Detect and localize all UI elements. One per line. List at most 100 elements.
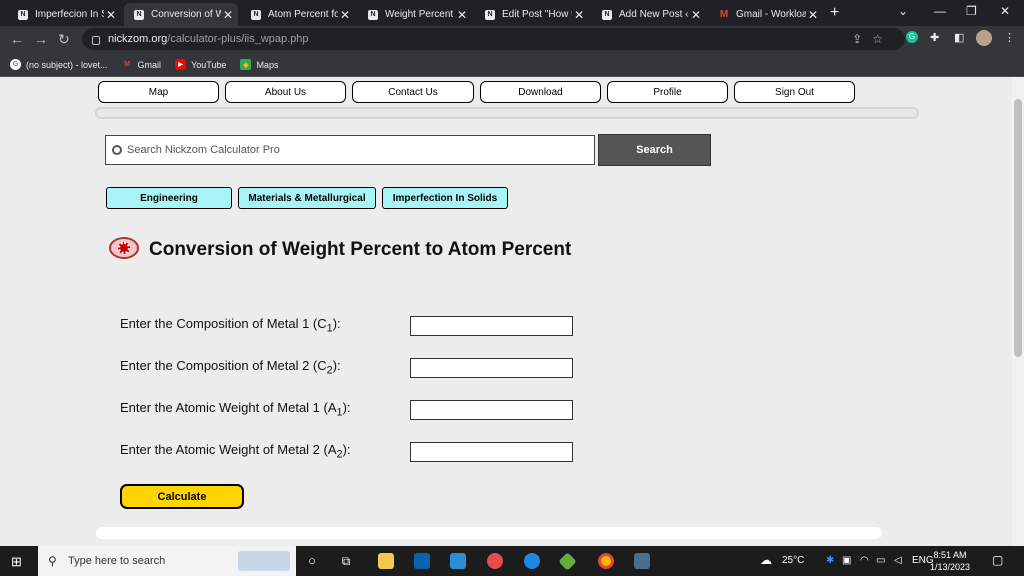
bookmark-star-icon[interactable]: ☆ [872, 32, 893, 46]
bookmark-gmail[interactable]: M Gmail [122, 59, 161, 70]
forward-icon[interactable]: → [34, 31, 48, 47]
wifi-icon[interactable]: ◠ [860, 555, 869, 566]
side-panel-icon[interactable]: ◧ [954, 31, 964, 44]
tab-close-icon[interactable]: ✕ [806, 8, 820, 22]
category-imperfection-in-solids[interactable]: Imperfection In Solids [382, 187, 508, 209]
clock-date: 1/13/2023 [930, 562, 971, 572]
notifications-icon[interactable]: ▢ [992, 553, 1003, 567]
calculate-button[interactable]: Calculate [120, 484, 244, 509]
category-materials-metallurgical[interactable]: Materials & Metallurgical [238, 187, 376, 209]
atomic-weight-metal-1-input[interactable] [410, 400, 573, 420]
bookmark-google[interactable]: G (no subject) - lovet... [10, 59, 108, 70]
tab-title: Add New Post ‹ N [619, 9, 689, 20]
field-label-a1: Enter the Atomic Weight of Metal 1 (A1): [120, 400, 351, 419]
label-end: ): [342, 442, 351, 457]
tab-add-new-post[interactable]: N Add New Post ‹ N ✕ [592, 3, 706, 26]
chrome-icon[interactable] [598, 553, 614, 569]
maps-icon: ◆ [240, 59, 252, 70]
menu-sign-out[interactable]: Sign Out [734, 81, 855, 103]
search-input[interactable]: Search Nickzom Calculator Pro [105, 135, 595, 165]
windows-start-icon[interactable]: ⊞ [11, 555, 24, 568]
field-label-c1: Enter the Composition of Metal 1 (C1): [120, 316, 341, 335]
tab-strip: N Imperfecion In So ✕ N Conversion of We… [0, 0, 1024, 26]
task-view-icon[interactable]: ⧉ [338, 553, 354, 569]
restore-icon[interactable]: ❐ [966, 4, 977, 18]
menu-divider [95, 107, 919, 119]
browser-toolbar: ← → ↻ nickzom.org/calculator-plus/iis_wp… [0, 26, 1024, 53]
vscode-icon[interactable] [450, 553, 466, 569]
extensions-puzzle-icon[interactable]: ✚ [930, 31, 939, 44]
tab-close-icon[interactable]: ✕ [221, 8, 235, 22]
menu-profile[interactable]: Profile [607, 81, 728, 103]
page-title: Conversion of Weight Percent to Atom Per… [149, 239, 572, 260]
tab-search-chevron-icon[interactable]: ⌄ [898, 4, 908, 18]
profile-avatar[interactable] [976, 30, 992, 46]
file-explorer-icon[interactable] [378, 553, 394, 569]
category-engineering[interactable]: Engineering [106, 187, 232, 209]
new-tab-icon[interactable]: + [830, 4, 839, 22]
tab-edit-post[interactable]: N Edit Post "How to ✕ [475, 3, 589, 26]
menu-contact-us[interactable]: Contact Us [352, 81, 474, 103]
page-content: Map About Us Contact Us Download Profile… [0, 77, 1012, 546]
bookmark-maps[interactable]: ◆ Maps [240, 59, 278, 70]
calculator-logo-icon [109, 237, 139, 259]
label-text: Enter the Composition of Metal 1 (C [120, 316, 327, 331]
tab-title: Gmail - Workloac [736, 9, 806, 20]
tab-close-icon[interactable]: ✕ [455, 8, 469, 22]
tab-close-icon[interactable]: ✕ [572, 8, 586, 22]
search-button[interactable]: Search [598, 134, 711, 166]
tab-title: Edit Post "How to [502, 9, 572, 20]
tab-weight-percent[interactable]: N Weight Percent fr ✕ [358, 3, 472, 26]
address-bar[interactable]: nickzom.org/calculator-plus/iis_wpap.php… [82, 28, 905, 50]
youtube-icon: ▶ [175, 59, 187, 70]
system-clock[interactable]: 8:51 AM 1/13/2023 [930, 549, 970, 573]
search-icon: ⚲ [48, 554, 57, 568]
taskbar-search-input[interactable]: ⚲ Type here to search [38, 546, 296, 576]
search-placeholder: Search Nickzom Calculator Pro [127, 144, 280, 156]
tab-imperfection[interactable]: N Imperfecion In So ✕ [8, 3, 121, 26]
page-scrollbar[interactable] [1012, 77, 1024, 546]
battery-icon[interactable]: ▭ [876, 555, 885, 566]
nickzom-favicon-icon: N [134, 9, 144, 20]
composition-metal-1-input[interactable] [410, 316, 573, 336]
weather-cloud-icon: ☁ [760, 553, 772, 567]
menu-map[interactable]: Map [98, 81, 219, 103]
menu-about-us[interactable]: About Us [225, 81, 346, 103]
tab-close-icon[interactable]: ✕ [689, 8, 703, 22]
teamviewer-icon[interactable] [524, 553, 540, 569]
tab-atom-percent[interactable]: N Atom Percent for ✕ [241, 3, 355, 26]
mail-icon[interactable] [414, 553, 430, 569]
nodejs-icon[interactable] [558, 552, 577, 571]
tab-title: Weight Percent fr [385, 9, 455, 20]
grammarly-icon[interactable]: G [906, 31, 918, 43]
taskbar-search-placeholder: Type here to search [68, 555, 166, 567]
meet-now-icon[interactable]: ▣ [842, 555, 851, 566]
bookmark-label: YouTube [191, 59, 227, 70]
app-icon[interactable] [487, 553, 503, 569]
tab-conversion[interactable]: N Conversion of We ✕ [124, 3, 238, 26]
atomic-weight-metal-2-input[interactable] [410, 442, 573, 462]
back-icon[interactable]: ← [10, 31, 24, 47]
label-text: Enter the Atomic Weight of Metal 1 (A [120, 400, 337, 415]
search-icon [112, 145, 122, 155]
windows-taskbar: ⊞ ⚲ Type here to search ○ ⧉ ☁ 25°C ✱ ▣ ◠… [0, 546, 1024, 576]
weather-temp[interactable]: 25°C [782, 555, 804, 566]
tab-gmail[interactable]: M Gmail - Workloac ✕ [709, 3, 823, 26]
close-window-icon[interactable]: ✕ [1000, 4, 1010, 18]
browser-menu-icon[interactable]: ⋮ [1004, 31, 1015, 44]
menu-download[interactable]: Download [480, 81, 601, 103]
cortana-icon[interactable]: ○ [304, 553, 320, 569]
field-label-a2: Enter the Atomic Weight of Metal 2 (A2): [120, 442, 351, 461]
bookmark-youtube[interactable]: ▶ YouTube [175, 59, 226, 70]
calculator-icon[interactable] [634, 553, 650, 569]
reload-icon[interactable]: ↻ [58, 31, 70, 48]
minimize-icon[interactable]: — [934, 4, 946, 18]
composition-metal-2-input[interactable] [410, 358, 573, 378]
scrollbar-thumb[interactable] [1014, 99, 1022, 357]
tab-close-icon[interactable]: ✕ [338, 8, 352, 22]
tab-close-icon[interactable]: ✕ [104, 8, 118, 22]
share-icon[interactable]: ⇪ [852, 32, 872, 46]
label-text: Enter the Atomic Weight of Metal 2 (A [120, 442, 337, 457]
bluetooth-icon[interactable]: ✱ [826, 555, 834, 566]
volume-icon[interactable]: ◁ [894, 555, 902, 566]
